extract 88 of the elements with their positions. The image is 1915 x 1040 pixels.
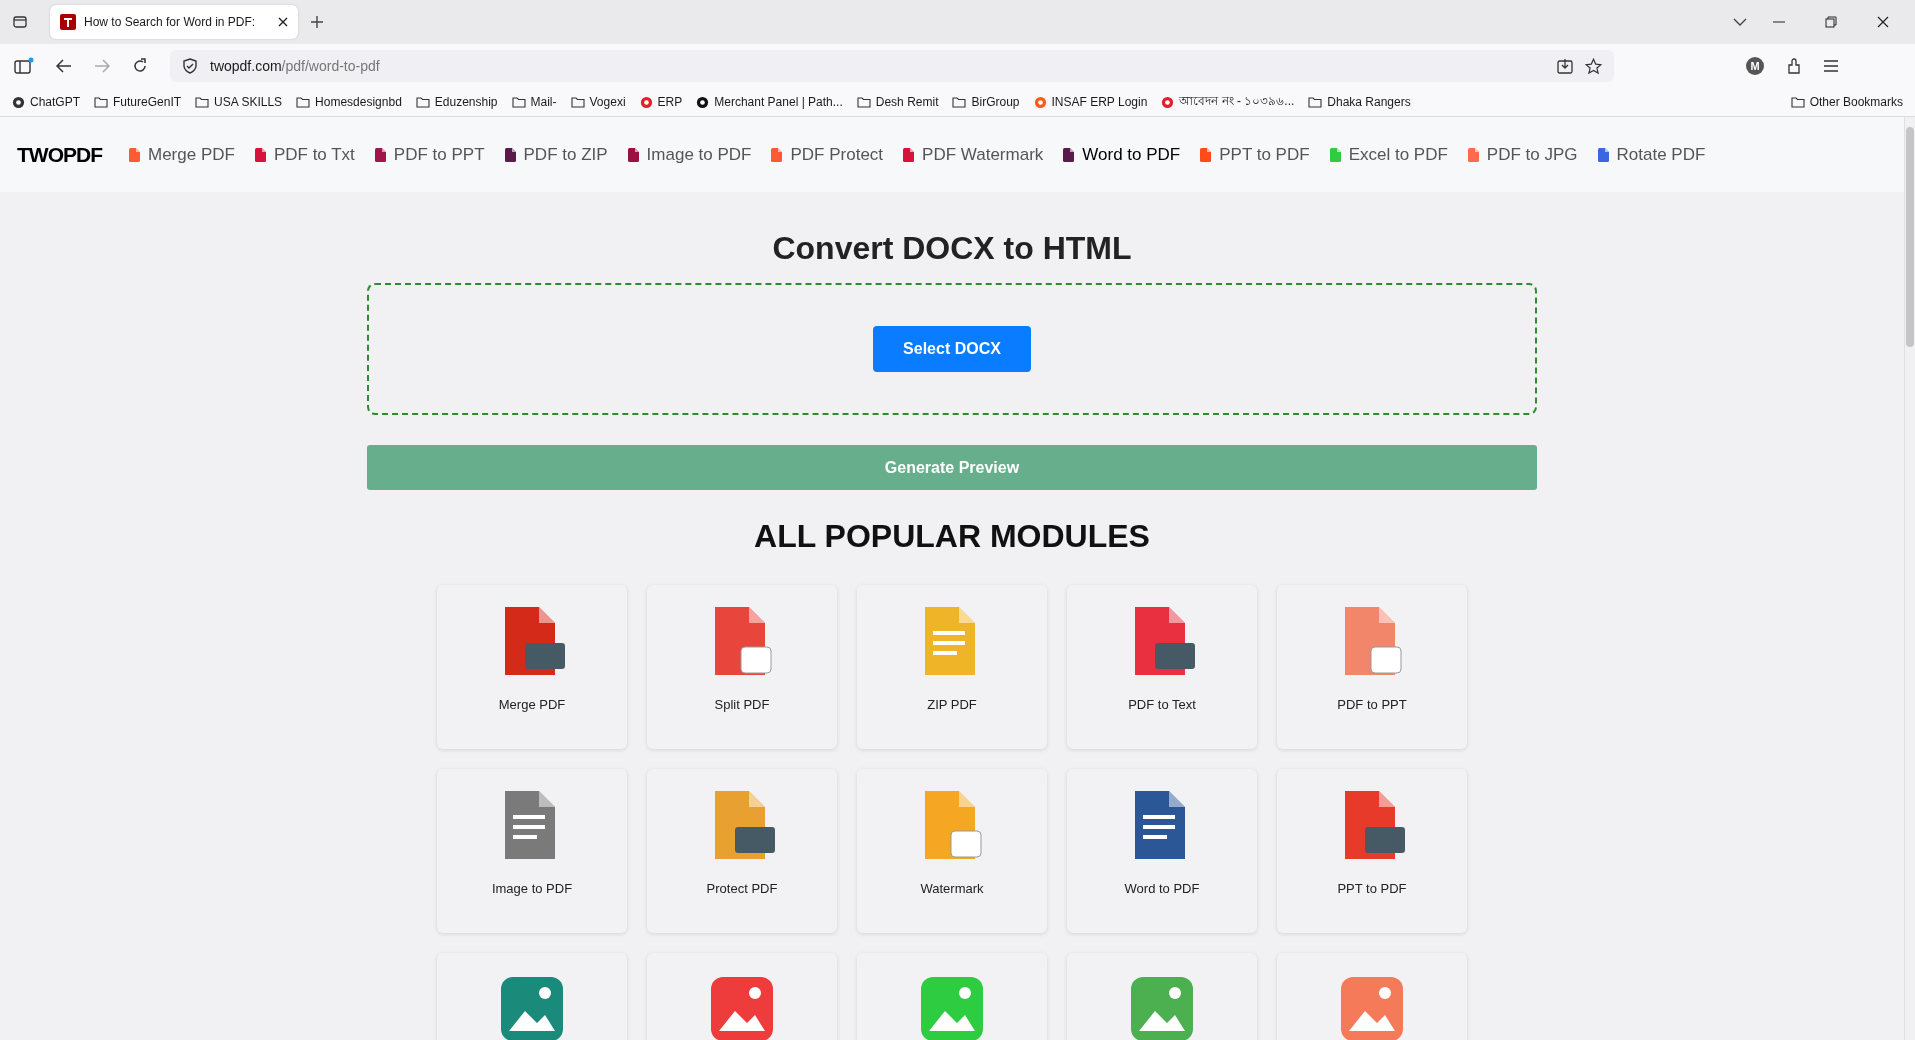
module-card[interactable]: Word to PDF: [1067, 769, 1257, 933]
site-icon: [12, 95, 25, 109]
nav-link[interactable]: PDF to PPT: [374, 144, 485, 165]
back-icon[interactable]: [56, 59, 72, 73]
module-label: Merge PDF: [498, 697, 566, 712]
nav-link[interactable]: Image to PDF: [627, 144, 752, 165]
file-drop-zone[interactable]: Select DOCX: [367, 283, 1537, 415]
nav-link[interactable]: PDF Protect: [771, 144, 884, 165]
module-card[interactable]: PDF to PPT: [1277, 585, 1467, 749]
restore-icon[interactable]: [1825, 16, 1837, 28]
folder-icon: [94, 96, 108, 108]
bookmark-item[interactable]: USA SKILLS: [195, 95, 283, 109]
chevron-down-icon[interactable]: [1733, 18, 1747, 26]
folder-icon: [1790, 96, 1805, 108]
nav-link[interactable]: Merge PDF: [129, 144, 235, 165]
close-window-icon[interactable]: [1877, 16, 1889, 28]
bookmark-item[interactable]: Eduzenship: [415, 95, 498, 109]
nav-link[interactable]: PDF Watermark: [903, 144, 1044, 165]
module-label: PDF to PPT: [1337, 697, 1407, 712]
nav-link[interactable]: PDF to ZIP: [504, 144, 608, 165]
module-label: Word to PDF: [1124, 881, 1200, 896]
select-docx-button[interactable]: Select DOCX: [873, 326, 1031, 372]
bookmark-item[interactable]: আবেদন নং - ১০৩৯৬...: [1161, 92, 1295, 112]
url-text: twopdf.com/pdf/word-to-pdf: [210, 58, 380, 74]
reload-icon[interactable]: [132, 58, 148, 74]
module-card[interactable]: Watermark: [857, 769, 1047, 933]
section-heading: ALL POPULAR MODULES: [754, 518, 1150, 555]
module-label: Image to PDF: [491, 881, 573, 896]
site-icon: [639, 95, 653, 109]
new-tab-icon[interactable]: [310, 15, 324, 29]
module-label: Watermark: [920, 881, 984, 896]
module-card[interactable]: PDF to Text: [1067, 585, 1257, 749]
scrollbar-thumb[interactable]: [1906, 127, 1914, 347]
bookmark-item[interactable]: Desh Remit: [856, 95, 939, 109]
sidebar-icon[interactable]: [14, 57, 34, 75]
bookmark-item[interactable]: Merchant Panel | Path...: [696, 95, 843, 109]
nav-link[interactable]: PDF to JPG: [1467, 144, 1578, 165]
module-card[interactable]: PPT to PDF: [1277, 769, 1467, 933]
site-icon: [696, 95, 710, 109]
module-card[interactable]: Protect PDF: [647, 769, 837, 933]
bookmark-item[interactable]: BirGroup: [952, 95, 1020, 109]
star-icon[interactable]: [1585, 57, 1602, 75]
page-heading: Convert DOCX to HTML: [772, 230, 1132, 267]
close-icon[interactable]: [278, 17, 288, 27]
folder-icon: [415, 96, 430, 108]
module-card[interactable]: Image to PDF: [437, 769, 627, 933]
module-card[interactable]: ZIP PDF: [857, 585, 1047, 749]
browser-tab[interactable]: How to Search for Word in PDF:: [50, 5, 298, 39]
download-icon[interactable]: [1557, 58, 1573, 74]
site-icon: [1161, 95, 1175, 109]
bookmark-item[interactable]: Vogexi: [570, 95, 626, 109]
folder-icon: [195, 96, 210, 108]
site-logo[interactable]: TWOPDF: [17, 142, 102, 167]
site-icon: [1033, 95, 1047, 109]
nav-link[interactable]: PDF to Txt: [254, 144, 355, 165]
bookmark-item[interactable]: Mail-: [511, 95, 557, 109]
module-label: Protect PDF: [706, 881, 778, 896]
bookmark-item[interactable]: ChatGPT: [12, 95, 80, 109]
nav-link[interactable]: PPT to PDF: [1200, 144, 1310, 165]
bookmark-item[interactable]: ERP: [639, 95, 683, 109]
folder-icon: [296, 96, 311, 108]
nav-link[interactable]: Excel to PDF: [1329, 144, 1448, 165]
folder-icon: [1308, 96, 1323, 108]
shield-icon: [182, 58, 198, 74]
site-favicon-icon: [60, 14, 76, 30]
bookmark-item[interactable]: Homesdesignbd: [296, 95, 402, 109]
bookmark-item[interactable]: Dhaka Rangers: [1308, 95, 1411, 109]
folder-icon: [511, 96, 526, 108]
address-bar[interactable]: twopdf.com/pdf/word-to-pdf: [170, 50, 1614, 82]
folder-icon: [856, 96, 871, 108]
module-label: Split PDF: [714, 697, 770, 712]
module-card[interactable]: Merge PDF: [437, 585, 627, 749]
module-label: PPT to PDF: [1337, 881, 1407, 896]
nav-link[interactable]: Word to PDF: [1063, 144, 1181, 165]
module-label: PDF to Text: [1128, 697, 1196, 712]
nav-link[interactable]: Rotate PDF: [1597, 144, 1706, 165]
folder-icon: [570, 96, 585, 108]
bookmark-item[interactable]: INSAF ERP Login: [1033, 95, 1148, 109]
profile-avatar[interactable]: M: [1746, 57, 1764, 75]
module-card[interactable]: Split PDF: [647, 585, 837, 749]
bookmark-item[interactable]: FutureGenIT: [94, 95, 182, 109]
module-label: ZIP PDF: [927, 697, 977, 712]
bookmark-item[interactable]: Other Bookmarks: [1790, 95, 1903, 109]
tab-title: How to Search for Word in PDF:: [84, 15, 257, 29]
tab-list-icon[interactable]: [12, 14, 28, 30]
folder-icon: [952, 96, 967, 108]
extensions-icon[interactable]: [1786, 58, 1802, 74]
menu-icon[interactable]: [1824, 60, 1838, 72]
